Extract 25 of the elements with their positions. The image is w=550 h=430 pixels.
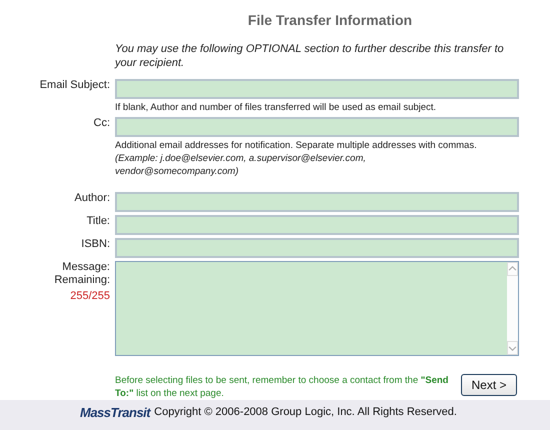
text-field[interactable] — [115, 215, 519, 235]
scroll-down-icon[interactable] — [507, 341, 518, 355]
copyright-text: Copyright © 2006-2008 Group Logic, Inc. All Rights Reserved. — [154, 405, 457, 420]
field-label: Message: — [62, 261, 110, 274]
character-counter: 255/255 — [70, 290, 110, 302]
field-label: Cc: — [94, 117, 110, 130]
text-field[interactable] — [115, 238, 519, 258]
text-field[interactable] — [115, 79, 519, 99]
field-label: Email Subject: — [40, 79, 110, 92]
reminder-text: Before selecting files to be sent, remember to choose a contact from the "Send To:" list on the next page. — [115, 375, 448, 399]
text-field[interactable] — [115, 117, 519, 137]
field-label: Author: — [74, 192, 110, 205]
remaining-label: Remaining: — [54, 274, 110, 286]
field-label: Title: — [86, 215, 110, 228]
intro-text: You may use the following OPTIONAL section to further describe this transfer to your recipient. — [115, 43, 504, 69]
scroll-up-icon[interactable] — [507, 262, 518, 276]
field-label: ISBN: — [81, 238, 110, 251]
message-field[interactable] — [115, 261, 519, 356]
text-field[interactable] — [115, 192, 519, 212]
scrollbar[interactable] — [507, 262, 518, 355]
logo: MassTransit — [80, 404, 150, 422]
help-text: If blank, Author and number of files transferred will be used as email subject. — [115, 102, 436, 113]
next-button[interactable]: Next > — [461, 374, 517, 396]
page-heading: File Transfer Information — [248, 12, 412, 28]
help-text: Additional email addresses for notification. Separate multiple addresses with commas. (Example: j.doe@elsevier.com, a.supervisor@elsevier.com, vendor@somecompany.com) — [115, 140, 477, 177]
